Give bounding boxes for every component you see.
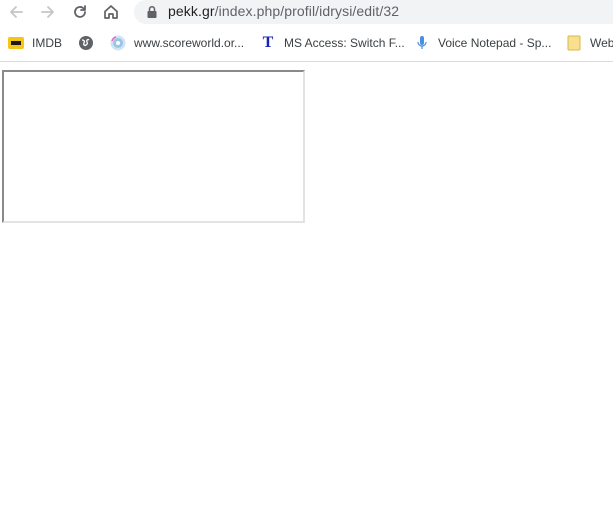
bookmark-label: Web: [590, 36, 613, 50]
microphone-icon: [414, 35, 430, 51]
t-letter-icon: T: [262, 34, 274, 51]
bookmark-voice-notepad[interactable]: Voice Notepad - Sp...: [414, 34, 551, 52]
bookmark-scoreworld[interactable]: www.scoreworld.or...: [110, 34, 244, 52]
imdb-icon: [8, 35, 24, 51]
reload-button[interactable]: [69, 1, 91, 23]
bookmark-web[interactable]: Web: [566, 34, 613, 52]
browser-toolbar: pekk.gr/index.php/profil/idrysi/edit/32: [0, 0, 613, 24]
globe-icon: [78, 35, 94, 51]
embedded-frame: [2, 70, 305, 223]
home-icon: [104, 5, 118, 19]
bookmark-label: MS Access: Switch F...: [284, 36, 405, 50]
bookmark-label: Voice Notepad - Sp...: [438, 36, 552, 50]
folder-icon: [566, 35, 582, 51]
bookmark-ms-access[interactable]: T MS Access: Switch F...: [260, 34, 405, 52]
toolbar-divider: [0, 61, 613, 62]
url-text[interactable]: pekk.gr/index.php/profil/idrysi/edit/32: [168, 3, 399, 19]
bookmark-imdb[interactable]: IMDB: [8, 34, 62, 52]
forward-arrow-icon: [41, 6, 54, 18]
disc-icon: [110, 35, 126, 51]
bookmark-label: IMDB: [32, 36, 62, 50]
back-button[interactable]: [5, 1, 27, 23]
back-arrow-icon: [10, 6, 23, 18]
lock-icon: [147, 5, 157, 18]
address-bar[interactable]: pekk.gr/index.php/profil/idrysi/edit/32: [134, 0, 613, 24]
bookmark-globe[interactable]: [78, 34, 102, 52]
bookmarks-bar: IMDB www.scoreworld.or... T MS Access: S…: [0, 28, 613, 58]
bookmark-label: www.scoreworld.or...: [134, 36, 245, 50]
url-host: pekk.gr: [168, 3, 215, 19]
forward-button[interactable]: [37, 1, 59, 23]
url-path: /index.php/profil/idrysi/edit/32: [214, 3, 400, 19]
home-button[interactable]: [100, 1, 122, 23]
reload-icon: [74, 5, 86, 18]
